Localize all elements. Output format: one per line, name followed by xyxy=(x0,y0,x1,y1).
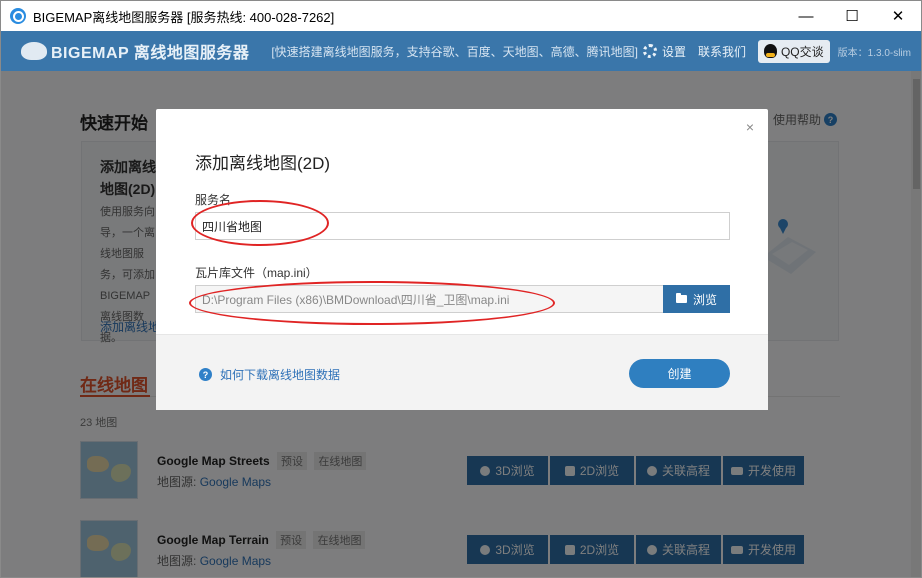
header-slogan: [快速搭建离线地图服务，支持谷歌、百度、天地图、高德、腾讯地图] xyxy=(271,44,639,59)
close-window-button[interactable]: ✕ xyxy=(875,1,921,31)
contact-link[interactable]: 联系我们 xyxy=(698,43,746,60)
qq-chat-button[interactable]: QQ交谈 xyxy=(757,39,830,63)
dialog-title: 添加离线地图(2D) xyxy=(195,154,331,173)
dialog-footer: ? 如何下载离线地图数据 创建 xyxy=(156,334,768,410)
qq-label: QQ交谈 xyxy=(780,44,824,59)
folder-icon xyxy=(675,293,687,303)
logo-text: BIGEMAP 离线地图服务器 xyxy=(51,45,250,62)
add-offline-map-dialog: × 添加离线地图(2D) 服务名 瓦片库文件（map.ini） 浏览 ? 如何下… xyxy=(156,109,768,410)
app-header: BIGEMAP 离线地图服务器 [快速搭建离线地图服务，支持谷歌、百度、天地图、… xyxy=(1,31,921,71)
maximize-button[interactable]: ☐ xyxy=(829,1,875,31)
settings-label: 设置 xyxy=(661,44,686,59)
title-bar: BIGEMAP离线地图服务器 [服务热线: 400-028-7262] — ☐ … xyxy=(1,1,921,31)
tile-file-label: 瓦片库文件（map.ini） xyxy=(195,266,318,280)
app-icon xyxy=(10,8,26,24)
window-title: BIGEMAP离线地图服务器 [服务热线: 400-028-7262] xyxy=(33,9,335,25)
annotation-circle xyxy=(189,281,555,325)
dialog-close-icon[interactable]: × xyxy=(746,119,754,135)
minimize-button[interactable]: — xyxy=(783,1,829,31)
app-window: BIGEMAP离线地图服务器 [服务热线: 400-028-7262] — ☐ … xyxy=(0,0,922,578)
window-controls: — ☐ ✕ xyxy=(783,1,921,31)
create-button[interactable]: 创建 xyxy=(629,359,730,388)
annotation-circle xyxy=(191,200,329,246)
download-help-label: 如何下载离线地图数据 xyxy=(220,368,341,382)
settings-button[interactable]: 设置 xyxy=(642,43,686,60)
version-label: 版本：1.3.0-slim xyxy=(837,47,911,59)
logo: BIGEMAP 离线地图服务器 xyxy=(21,39,249,63)
download-help-link[interactable]: ? 如何下载离线地图数据 xyxy=(199,366,340,383)
qq-icon xyxy=(763,44,777,58)
browse-button[interactable]: 浏览 xyxy=(663,285,730,313)
header-actions: 设置 联系我们 QQ交谈 版本：1.3.0-slim xyxy=(642,31,921,71)
browse-label: 浏览 xyxy=(692,292,717,307)
question-icon: ? xyxy=(199,368,212,381)
gear-icon xyxy=(642,44,657,58)
logo-mark-icon xyxy=(21,42,47,60)
